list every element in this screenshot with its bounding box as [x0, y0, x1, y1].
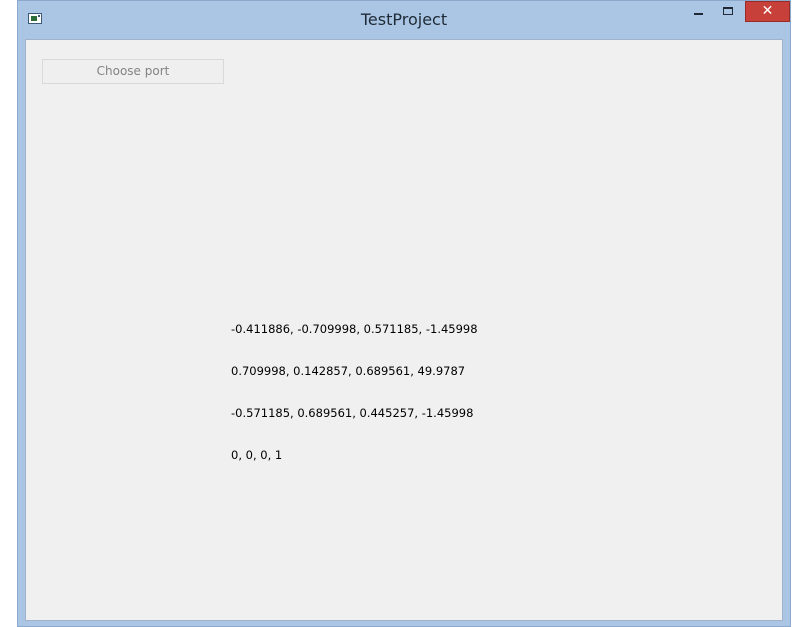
- app-window: TestProject ✕ Choose port -0.411886, -0.…: [17, 0, 791, 627]
- matrix-readout: -0.411886, -0.709998, 0.571185, -1.45998…: [231, 294, 478, 490]
- matrix-row: -0.411886, -0.709998, 0.571185, -1.45998: [231, 322, 478, 336]
- minimize-icon: [694, 13, 703, 15]
- window-title: TestProject: [360, 10, 448, 29]
- client-area: Choose port -0.411886, -0.709998, 0.5711…: [25, 39, 783, 621]
- close-icon: ✕: [761, 3, 774, 19]
- matrix-row: -0.571185, 0.689561, 0.445257, -1.45998: [231, 406, 474, 420]
- close-button[interactable]: ✕: [745, 1, 790, 22]
- maximize-button[interactable]: [715, 1, 741, 23]
- title-bar[interactable]: TestProject ✕: [18, 1, 790, 39]
- matrix-row: 0.709998, 0.142857, 0.689561, 49.9787: [231, 364, 466, 378]
- maximize-icon: [723, 7, 733, 15]
- matrix-row: 0, 0, 0, 1: [231, 448, 283, 462]
- choose-port-button[interactable]: Choose port: [42, 59, 224, 84]
- minimize-button[interactable]: [685, 1, 711, 23]
